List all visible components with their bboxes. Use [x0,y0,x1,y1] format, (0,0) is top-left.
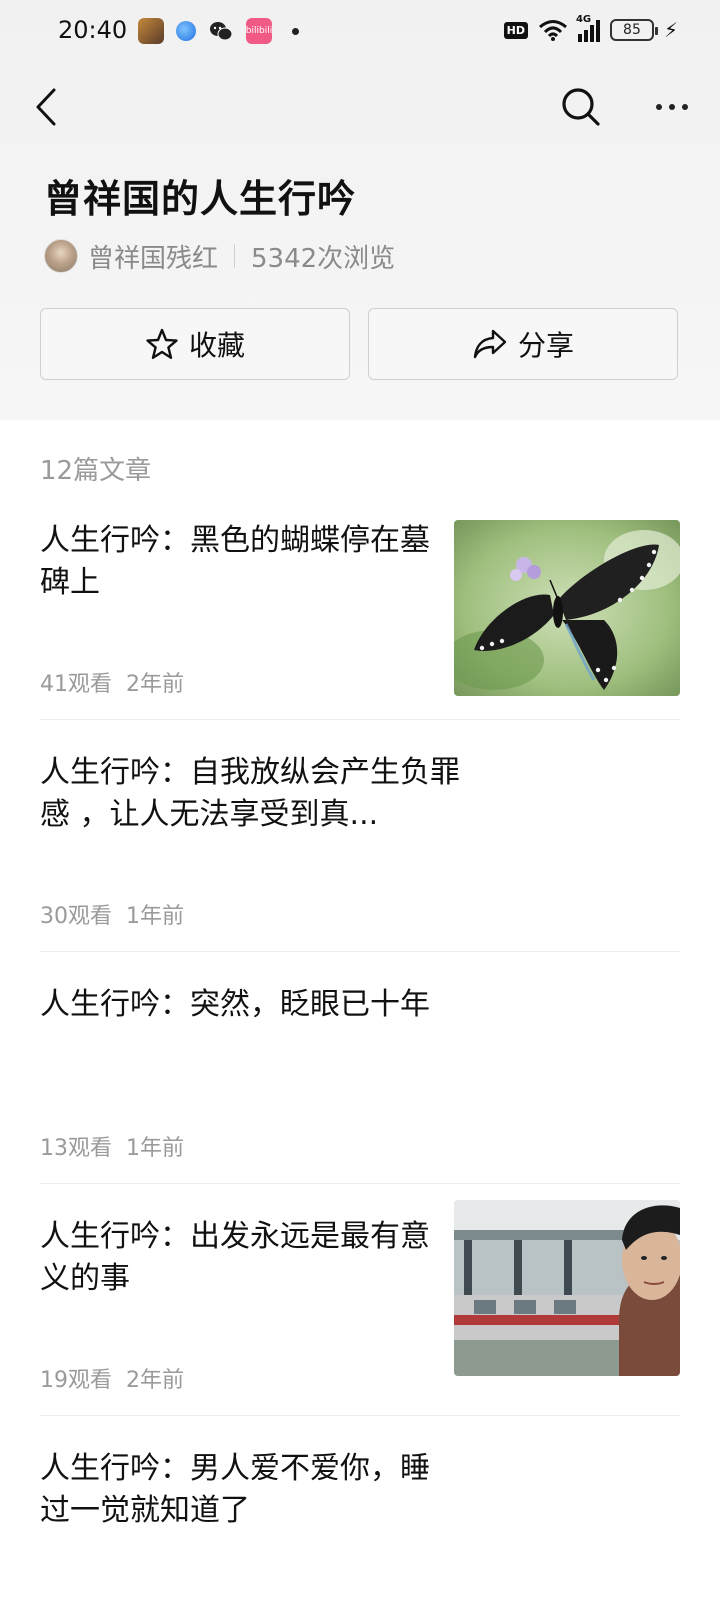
favorite-label: 收藏 [188,329,245,362]
more-notifications-icon [292,27,299,35]
article-meta: 19观看 2年前 [40,1362,184,1394]
page-title: 曾祥国的人生行吟 [44,177,357,221]
hd-icon: HD [503,21,528,39]
divider [40,1183,680,1184]
wifi-icon [538,20,567,41]
battery-level: 85 [623,22,641,38]
list-item[interactable]: 人生行吟：黑色的蝴蝶停在墓碑上 41观看 2年前 [40,520,680,720]
author-row: 曾祥国残红 5342次浏览 [44,236,395,276]
bilibili-icon: bilibili [246,18,272,44]
share-button[interactable]: 分享 [368,308,678,380]
article-count: 12篇文章 [40,456,152,486]
article-title: 人生行吟：自我放纵会产生负罪感 ，让人无法享受到真... [40,755,460,832]
article-title: 人生行吟：黑色的蝴蝶停在墓碑上 [40,523,430,600]
article-views: 30观看 [40,904,112,929]
notification-icons: bilibili [138,18,299,44]
browser-app-icon [176,21,196,41]
game-app-icon [138,18,164,44]
share-label: 分享 [517,329,574,362]
nav-bar [0,72,720,142]
more-dot [682,104,688,110]
star-icon [146,328,178,359]
battery-icon: 85 [609,19,658,41]
article-views: 13观看 [40,1136,112,1161]
article-title: 人生行吟：男人爱不爱你，睡过一觉就知道了 [40,1451,430,1528]
divider [40,1415,680,1416]
article-time: 2年前 [126,1368,184,1393]
network-type: 4G [575,14,592,25]
charging-icon: ⚡ [663,18,678,42]
article-time: 1年前 [126,1136,184,1161]
article-title: 人生行吟：出发永远是最有意义的事 [40,1219,430,1296]
status-time: 20:40 [58,16,128,44]
list-item[interactable]: 人生行吟：自我放纵会产生负罪感 ，让人无法享受到真... 30观看 1年前 [40,752,680,952]
chevron-left-icon [36,88,56,126]
search-icon [562,88,600,126]
more-dot [669,104,675,110]
article-title: 人生行吟：突然，眨眼已十年 [40,987,430,1022]
favorite-button[interactable]: 收藏 [40,308,350,380]
article-views: 19观看 [40,1368,112,1393]
share-icon [473,329,507,359]
more-button[interactable] [646,82,698,132]
more-dot [656,104,662,110]
list-item[interactable]: 人生行吟：出发永远是最有意义的事 19观看 2年前 [40,1200,680,1416]
article-meta: 30观看 1年前 [40,898,184,930]
divider [40,719,680,720]
back-button[interactable] [24,82,68,132]
article-meta: 13观看 1年前 [40,1130,184,1162]
article-meta: 41观看 2年前 [40,666,184,698]
search-button[interactable] [556,82,606,132]
list-item[interactable]: 人生行吟：突然，眨眼已十年 13观看 1年前 [40,984,680,1184]
station-selfie-thumbnail [454,1200,680,1376]
butterfly-thumbnail [454,520,680,696]
status-bar: 20:40 bilibili HD 4G 85 ⚡ [0,0,720,64]
divider [40,951,680,952]
author-name[interactable]: 曾祥国残红 [88,238,218,275]
avatar[interactable] [44,239,78,273]
article-views: 41观看 [40,672,112,697]
list-item[interactable]: 人生行吟：男人爱不爱你，睡过一觉就知道了 [40,1448,680,1612]
article-time: 1年前 [126,904,184,929]
system-status-icons: HD 4G 85 ⚡ [503,14,678,42]
article-time: 2年前 [126,672,184,697]
divider [234,244,236,268]
wechat-icon [208,18,234,44]
view-count: 5342次浏览 [251,243,396,274]
signal-icon: 4G [576,14,600,42]
